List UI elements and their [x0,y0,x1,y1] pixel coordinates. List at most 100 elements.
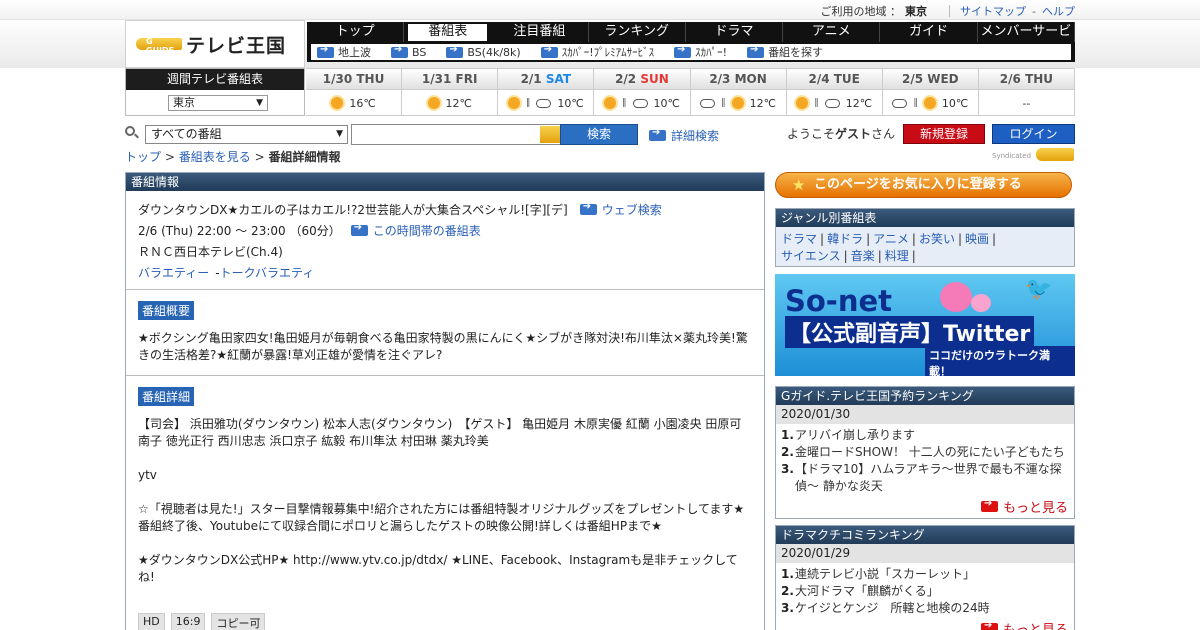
day-weather: -- [979,90,1074,116]
nav-sub-item[interactable]: BS [391,44,427,59]
favorite-button[interactable]: ★ このページをお気に入りに登録する [775,172,1072,198]
arrow-right-icon [747,44,765,58]
day-date: 1/31 [421,72,452,86]
help-link[interactable]: ヘルプ [1042,3,1075,19]
nav-sub-item[interactable]: BS(4k/8k) [446,44,521,59]
web-search-link[interactable]: ウェブ検索 [579,201,662,218]
ranking-number: 1. [781,567,794,581]
program-title: ダウンタウンDX★カエルの子はカエル!?2世芸能人が大集合スペシャル![字][デ… [138,203,568,217]
ranking1-more-link[interactable]: もっと見る [776,495,1074,518]
sitemap-link[interactable]: サイトマップ [960,3,1026,19]
time-slot-link[interactable]: この時間帯の番組表 [350,222,481,239]
detail-links: ★ダウンタウンDX公式HP★ http://www.ytv.co.jp/dtdx… [138,553,738,584]
day-column[interactable]: 2/2 SUN ‖ 10℃ [594,68,691,116]
sun-icon [923,97,936,109]
nav-item[interactable]: トップ [307,22,405,42]
nav-sub-item[interactable]: ｽｶﾊﾟｰ! [674,44,727,60]
ranking-item[interactable]: 3. ケイジとケンジ 所轄と地検の24時 [781,600,1069,617]
search-button[interactable]: 検索 [560,124,638,145]
nav-top-row: トップ 番組表 注目番組 ランキング ドラマ アニメ ガイド メンバーサービス [307,22,1076,58]
login-button[interactable]: ログイン [992,124,1075,144]
summary-section: 番組概要 ★ボクシング亀田家四女!亀田姫月が毎朝食べる亀田家特製の黒にんにく★シ… [126,290,764,376]
breadcrumb-top[interactable]: トップ [125,150,161,164]
area-select[interactable]: 東京 [168,95,268,111]
syndicated-logo: Syndicated [992,148,1075,162]
nav-sub-row: 地上波 BS BS(4k/8k) ｽｶﾊﾟｰ!ﾌﾟﾚﾐｱﾑｻｰﾋﾞｽ ｽｶﾊﾟｰ! 番組を… [311,42,1071,60]
genre-link[interactable]: 音楽 [851,249,875,263]
cloud-icon [892,98,908,108]
day-column[interactable]: 2/4 TUE ‖ 12℃ [786,68,883,116]
genre-main-link[interactable]: バラエティー [138,264,209,281]
ranking2-more-link[interactable]: もっと見る [776,617,1074,630]
day-column[interactable]: 2/6 THU -- [978,68,1075,116]
arrow-right-icon [649,127,666,141]
genre-link[interactable]: ドラマ [781,232,817,246]
day-column[interactable]: 2/1 SAT ‖ 10℃ [498,68,595,116]
genre-link[interactable]: 料理 [885,249,909,263]
nav-sub-item[interactable]: ｽｶﾊﾟｰ!ﾌﾟﾚﾐｱﾑｻｰﾋﾞｽ [540,44,654,60]
window-icon [1055,360,1075,376]
arrow-right-icon [446,44,464,58]
nav-item[interactable]: 注目番組 [491,22,589,42]
ranking-item[interactable]: 1. アリバイ崩し承ります [781,427,1069,444]
breadcrumb-current: 番組詳細情報 [268,150,341,164]
day-date: 2/3 [709,72,731,86]
nav-sub-item[interactable]: 地上波 [317,44,371,60]
genre-separator: | [866,232,871,246]
day-column[interactable]: 1/31 FRI 12℃ [402,68,499,116]
summary-text: ★ボクシング亀田家四女!亀田姫月が毎朝食べる亀田家特製の黒にんにく★シブがき隊対… [138,331,748,362]
region-label: ご利用の地域 ： [820,5,902,18]
nav-item[interactable]: ドラマ [686,22,784,42]
mascot-small-icon [971,294,991,312]
ranking-item[interactable]: 1. 連続テレビ小説「スカーレット」 [781,566,1069,583]
nav-sub-label: 地上波 [338,46,371,59]
weekly-schedule-band: 週間テレビ番組表 東京 1/30 THU 16℃ 1/31 FRI 12℃ 2/1 SA… [125,68,1075,116]
nav-sub-label: 番組を探す [768,46,824,59]
genre-link[interactable]: 映画 [965,232,989,246]
nav-item[interactable]: ランキング [589,22,686,42]
ranking-item[interactable]: 2. 大河ドラマ「麒麟がくる」 [781,583,1069,600]
g-guide-logo-icon: G GUIDE [136,35,182,55]
nav-sub-item[interactable]: 番組を探す [747,44,823,60]
day-of-week: TUE [833,72,860,86]
breadcrumb-list[interactable]: 番組表を見る [179,150,251,164]
day-header: 2/6 THU [978,69,1074,90]
nav-item[interactable]: 番組表 [408,24,488,41]
advanced-search-link[interactable]: 詳細検索 [649,127,719,144]
nav-sub-label: ｽｶﾊﾟｰ! [695,46,728,59]
nav-item[interactable]: メンバーサービス [978,22,1076,58]
register-button[interactable]: 新規登録 [903,124,985,144]
search-input[interactable] [351,124,561,145]
site-logo[interactable]: G GUIDE テレビ王国 [125,20,305,68]
badges: HD 16:9 コピー可 [138,613,752,630]
advanced-search-label: 詳細検索 [671,129,720,143]
arrow-right-icon [350,222,368,236]
nav-item[interactable]: アニメ [783,22,881,42]
banner-line1: So-net [785,284,893,318]
genre-sub-link[interactable]: トークバラエティ [220,264,315,281]
twitter-banner[interactable]: So-net 🐦 【公式副音声】Twitter ココだけのウラトーク満載！ [775,274,1075,376]
page: ご利用の地域 ： 東京 サイトマップ - ヘルプ G GUIDE テレビ王国 ト… [0,0,1200,630]
sidebar: ★ このページをお気に入りに登録する ジャンル別番組表 ドラマ | 韓ドラ | アニメ |… [775,172,1075,630]
ranking-item[interactable]: 2. 金曜ロードSHOW！ 十二人の死にたい子どもたち [781,444,1069,461]
format-badge: HD [138,613,165,630]
nav-sub-label: BS [412,45,427,59]
day-column[interactable]: 2/3 MON ‖ 12℃ [690,68,787,116]
weekly-title[interactable]: 週間テレビ番組表 [126,69,304,90]
category-select[interactable]: すべての番組 [145,125,348,144]
genre-link[interactable]: 韓ドラ [827,232,863,246]
ranking-title: ケイジとケンジ 所轄と地検の24時 [795,601,990,615]
program-panel: 番組情報 ダウンタウンDX★カエルの子はカエル!?2世芸能人が大集合スペシャル!… [125,172,765,630]
banner-line2: 【公式副音声】Twitter [785,316,1035,348]
day-header: 2/4 TUE [786,69,882,90]
day-column[interactable]: 2/5 WED ‖ 10℃ [882,68,979,116]
weekly-title-box: 週間テレビ番組表 東京 [125,68,305,116]
genre-link[interactable]: お笑い [919,232,955,246]
genre-link[interactable]: アニメ [873,232,909,246]
search-icon [125,126,139,140]
genre-link[interactable]: サイエンス [781,249,841,263]
detail-cast: 【司会】 浜田雅功(ダウンタウン) 松本人志(ダウンタウン) 【ゲスト】 亀田姫… [138,417,742,448]
ranking-item[interactable]: 3. 【ドラマ10】ハムラアキラ〜世界で最も不運な探偵〜 静かな炎天 [781,461,1069,495]
nav-item[interactable]: ガイド [880,22,978,42]
day-column[interactable]: 1/30 THU 16℃ [306,68,403,116]
